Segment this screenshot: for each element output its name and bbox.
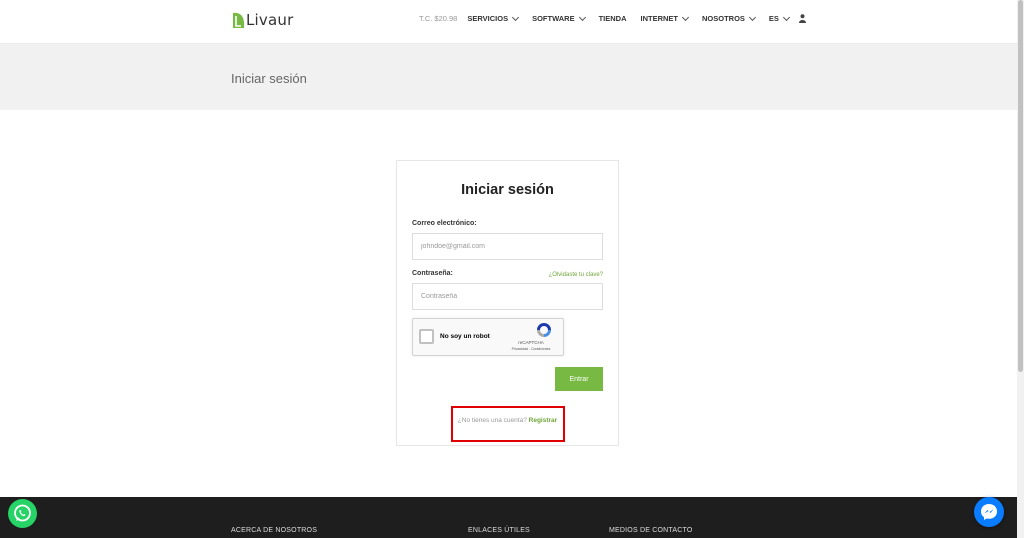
nav-label: SERVICIOS [467,14,509,23]
language-label: ES [768,14,779,23]
exchange-rate: T.C. $20.98 [419,14,458,23]
page-title-band: Iniciar sesión [0,44,1017,110]
user-icon [798,14,806,23]
page-title: Iniciar sesión [231,71,307,86]
login-submit-button[interactable]: Entrar [555,367,603,391]
footer-heading-about: ACERCA DE NOSOTROS [231,527,318,534]
password-label: Contraseña: [412,270,453,277]
scrollbar-thumb[interactable] [1018,0,1023,372]
login-heading: Iniciar sesión [461,182,554,198]
page: Livaur T.C. $20.98 SERVICIOS SOFTWARE TI… [0,0,1024,538]
login-card: Iniciar sesión Correo electrónico: Contr… [396,160,619,446]
password-field[interactable] [412,283,603,310]
nav-item-nosotros[interactable]: NOSOTROS [702,13,756,23]
highlight-box [451,406,565,442]
site-logo[interactable]: Livaur [231,11,293,29]
account-button[interactable] [798,14,806,23]
language-selector[interactable]: ES [768,13,790,23]
nav-item-internet[interactable]: INTERNET [640,13,690,23]
recaptcha-brand: reCAPTCHA [518,340,544,345]
nav-label: INTERNET [640,14,679,23]
recaptcha-widget: No soy un robot reCAPTCHA Privacidad - C… [412,318,564,356]
email-field[interactable] [412,233,603,260]
footer-heading-contact: MEDIOS DE CONTACTO [609,527,693,534]
nav-label: NOSOTROS [702,14,745,23]
recaptcha-terms-link[interactable]: Privacidad - Condiciones [505,347,557,351]
chevron-down-icon [512,13,520,21]
chevron-down-icon [578,13,586,21]
recaptcha-label: No soy un robot [440,333,490,340]
nav-label: TIENDA [598,14,627,23]
forgot-password-link[interactable]: ¿Olvidaste tu clave? [549,272,603,278]
site-footer: ACERCA DE NOSOTROS ENLACES ÚTILES MEDIOS… [0,497,1017,538]
nav-item-servicios[interactable]: SERVICIOS [467,13,520,23]
recaptcha-icon [537,323,551,337]
nav-item-software[interactable]: SOFTWARE [532,13,586,23]
whatsapp-button[interactable] [8,499,37,528]
recaptcha-checkbox[interactable] [419,329,434,344]
chevron-down-icon [681,13,690,21]
brand-name: Livaur [246,11,294,29]
messenger-icon [981,504,997,520]
leaf-logo-icon [233,12,245,28]
site-header: Livaur T.C. $20.98 SERVICIOS SOFTWARE TI… [0,0,1017,44]
main-nav: T.C. $20.98 SERVICIOS SOFTWARE TIENDA IN… [419,13,820,23]
chevron-down-icon [782,13,790,21]
footer-heading-links: ENLACES ÚTILES [468,527,530,534]
nav-item-tienda[interactable]: TIENDA [599,14,627,23]
nav-label: SOFTWARE [532,14,575,23]
page-scrollbar[interactable] [1017,0,1024,538]
chevron-down-icon [748,13,756,21]
whatsapp-icon [14,504,31,522]
messenger-button[interactable] [974,497,1004,527]
email-label: Correo electrónico: [412,220,477,227]
